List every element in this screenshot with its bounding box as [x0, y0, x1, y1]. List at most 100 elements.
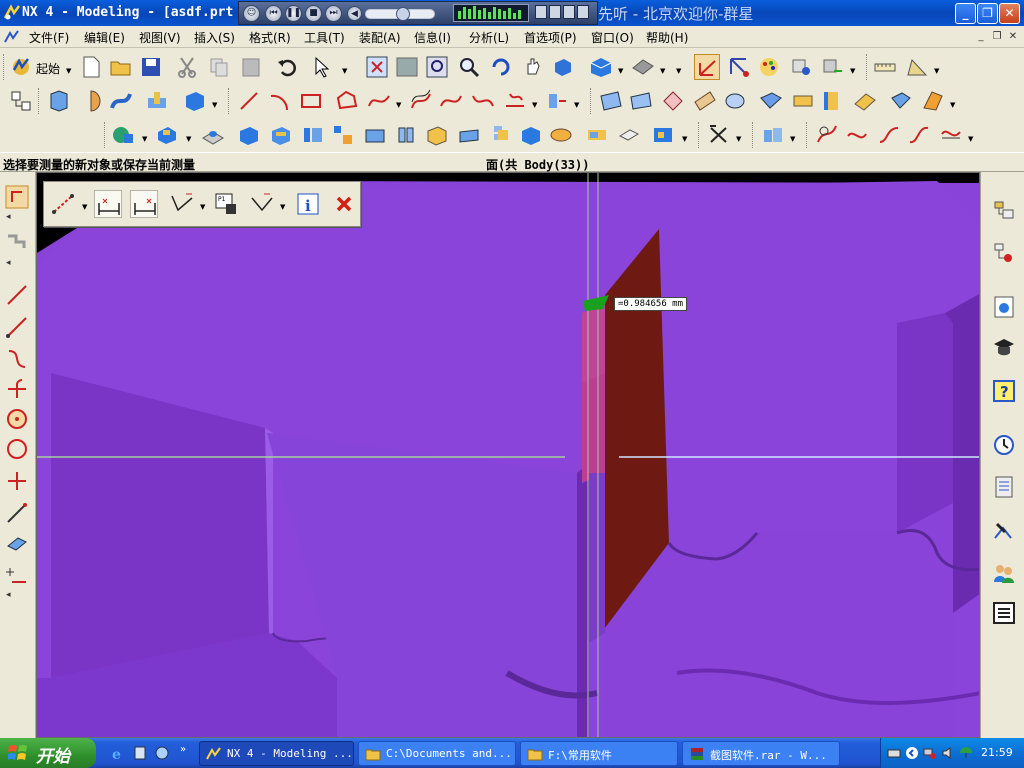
shaded-view-icon[interactable] [550, 54, 576, 80]
line-icon[interactable] [236, 88, 262, 114]
task-winrar[interactable]: 截图软件.rar - W... [682, 741, 840, 766]
transform-dropdown-icon[interactable]: ▼ [736, 136, 742, 143]
stop-button[interactable]: ■ [305, 5, 322, 22]
assembly-dropdown-icon[interactable]: ▼ [790, 136, 796, 143]
sketch-finish-icon[interactable] [4, 184, 30, 210]
sew-icon[interactable] [920, 88, 946, 114]
groove-icon[interactable] [300, 122, 326, 148]
move-layer-icon[interactable] [820, 54, 846, 80]
rotate-icon[interactable] [488, 54, 514, 80]
menu-view[interactable]: 视图(V) [139, 29, 181, 46]
zoom-icon[interactable] [456, 54, 482, 80]
pocket-icon[interactable] [236, 122, 262, 148]
curve-analysis-icon[interactable] [814, 122, 840, 148]
reuse-library-icon[interactable] [991, 474, 1017, 500]
color-palette-icon[interactable] [756, 54, 782, 80]
copy-icon[interactable] [206, 54, 232, 80]
info-icon[interactable]: i [294, 190, 322, 218]
surface-dropdown-icon[interactable]: ▼ [950, 102, 956, 109]
next-button[interactable]: ⏭ [325, 5, 342, 22]
system-materials-icon[interactable] [991, 600, 1017, 626]
render-style-icon[interactable] [588, 54, 614, 80]
cut-icon[interactable] [174, 54, 200, 80]
revolve-icon[interactable] [78, 88, 104, 114]
ie-quicklaunch-icon[interactable]: e [110, 745, 126, 761]
extension-icon[interactable] [852, 88, 878, 114]
save-icon[interactable] [138, 54, 164, 80]
point-to-point-icon[interactable]: P1 [212, 190, 240, 218]
toolbar-overflow-icon[interactable]: ▼ [676, 68, 682, 75]
boolean-dropdown-icon[interactable]: ▼ [142, 136, 148, 143]
shell-icon[interactable] [424, 122, 450, 148]
measure-angle-icon[interactable] [904, 54, 930, 80]
toolbar-grip[interactable] [3, 54, 6, 80]
polygon-icon[interactable] [334, 88, 360, 114]
graphics-window[interactable]: ▼ ▼ P1 ▼ i =0.984656 mm [36, 172, 980, 738]
angle-measure-icon[interactable] [248, 190, 276, 218]
arc-icon[interactable] [266, 88, 292, 114]
undo-icon[interactable] [274, 54, 300, 80]
menu-information[interactable]: 信息(I) [414, 29, 451, 46]
instance-icon[interactable] [488, 122, 514, 148]
collapse-arrow-icon[interactable]: ◂ [6, 590, 11, 600]
zoom-window-icon[interactable] [394, 54, 420, 80]
bounded-plane-icon[interactable] [758, 88, 784, 114]
doc-restore-button[interactable]: ❐ [990, 30, 1004, 44]
transform-icon[interactable] [706, 122, 732, 148]
network-icon[interactable] [923, 746, 937, 760]
volume-icon[interactable]: ◀ [347, 6, 362, 21]
pad-dropdown-icon[interactable]: ▼ [186, 136, 192, 143]
boss-icon[interactable] [200, 122, 226, 148]
curve-dropdown-icon[interactable]: ▼ [396, 102, 402, 109]
toolbar-grip[interactable] [806, 122, 809, 148]
menu-help[interactable]: 帮助(H) [646, 29, 688, 46]
distance-dropdown-icon[interactable]: ▼ [82, 204, 88, 211]
task-software-folder[interactable]: F:\常用软件 [520, 741, 678, 766]
extract-curve-icon[interactable] [544, 88, 570, 114]
menu-insert[interactable]: 插入(S) [194, 29, 235, 46]
wcs-orient-icon[interactable] [726, 54, 752, 80]
start-button[interactable]: 开始 [0, 738, 96, 768]
fit-view-icon[interactable] [364, 54, 390, 80]
new-file-icon[interactable] [78, 54, 104, 80]
curve-ops-dropdown-icon[interactable]: ▼ [532, 102, 538, 109]
collapse-arrow-icon[interactable]: ◂ [6, 212, 11, 222]
mirror-body-icon[interactable] [518, 122, 544, 148]
through-curves-icon[interactable] [628, 88, 654, 114]
trim-body-icon[interactable] [888, 88, 914, 114]
projected-distance-icon[interactable] [168, 190, 196, 218]
peak-icon[interactable] [876, 122, 902, 148]
toolbar-grip[interactable] [104, 122, 107, 148]
toolbar-grip[interactable] [698, 122, 701, 148]
extrude-icon[interactable] [46, 88, 72, 114]
task-documents-folder[interactable]: C:\Documents and... [358, 741, 516, 766]
hole-icon[interactable] [144, 88, 170, 114]
media-minimize-button[interactable] [535, 5, 547, 19]
part-navigator-tab-icon[interactable] [991, 240, 1017, 266]
volume-slider[interactable] [365, 7, 435, 21]
line-tool-icon[interactable] [4, 314, 30, 340]
blend-icon[interactable] [330, 122, 356, 148]
menu-file[interactable]: 文件(F) [29, 29, 69, 46]
block-icon[interactable] [182, 88, 208, 114]
graph-icon[interactable] [938, 122, 964, 148]
pause-button[interactable]: ❚❚ [285, 5, 302, 22]
section-view-icon[interactable] [630, 54, 656, 80]
chamfer-icon[interactable] [362, 122, 388, 148]
datum-plane-icon[interactable] [616, 122, 642, 148]
cancel-measure-icon[interactable] [330, 190, 358, 218]
bridge-curve-icon[interactable] [438, 88, 464, 114]
volume-knob[interactable] [396, 7, 410, 21]
toolbar-grip[interactable] [590, 88, 593, 114]
slash-tool-icon[interactable] [4, 500, 30, 526]
circle-tool-icon[interactable] [4, 436, 30, 462]
volume-tray-icon[interactable] [941, 746, 955, 760]
history-icon[interactable] [991, 432, 1017, 458]
offset-surface-icon[interactable] [548, 122, 574, 148]
tube-icon[interactable] [394, 122, 420, 148]
process-studio-icon[interactable] [991, 518, 1017, 544]
umbrella-icon[interactable] [959, 746, 973, 760]
menu-format[interactable]: 格式(R) [249, 29, 291, 46]
edit-dropdown-icon[interactable]: ▼ [682, 136, 688, 143]
mesh-surface-icon[interactable] [660, 88, 686, 114]
